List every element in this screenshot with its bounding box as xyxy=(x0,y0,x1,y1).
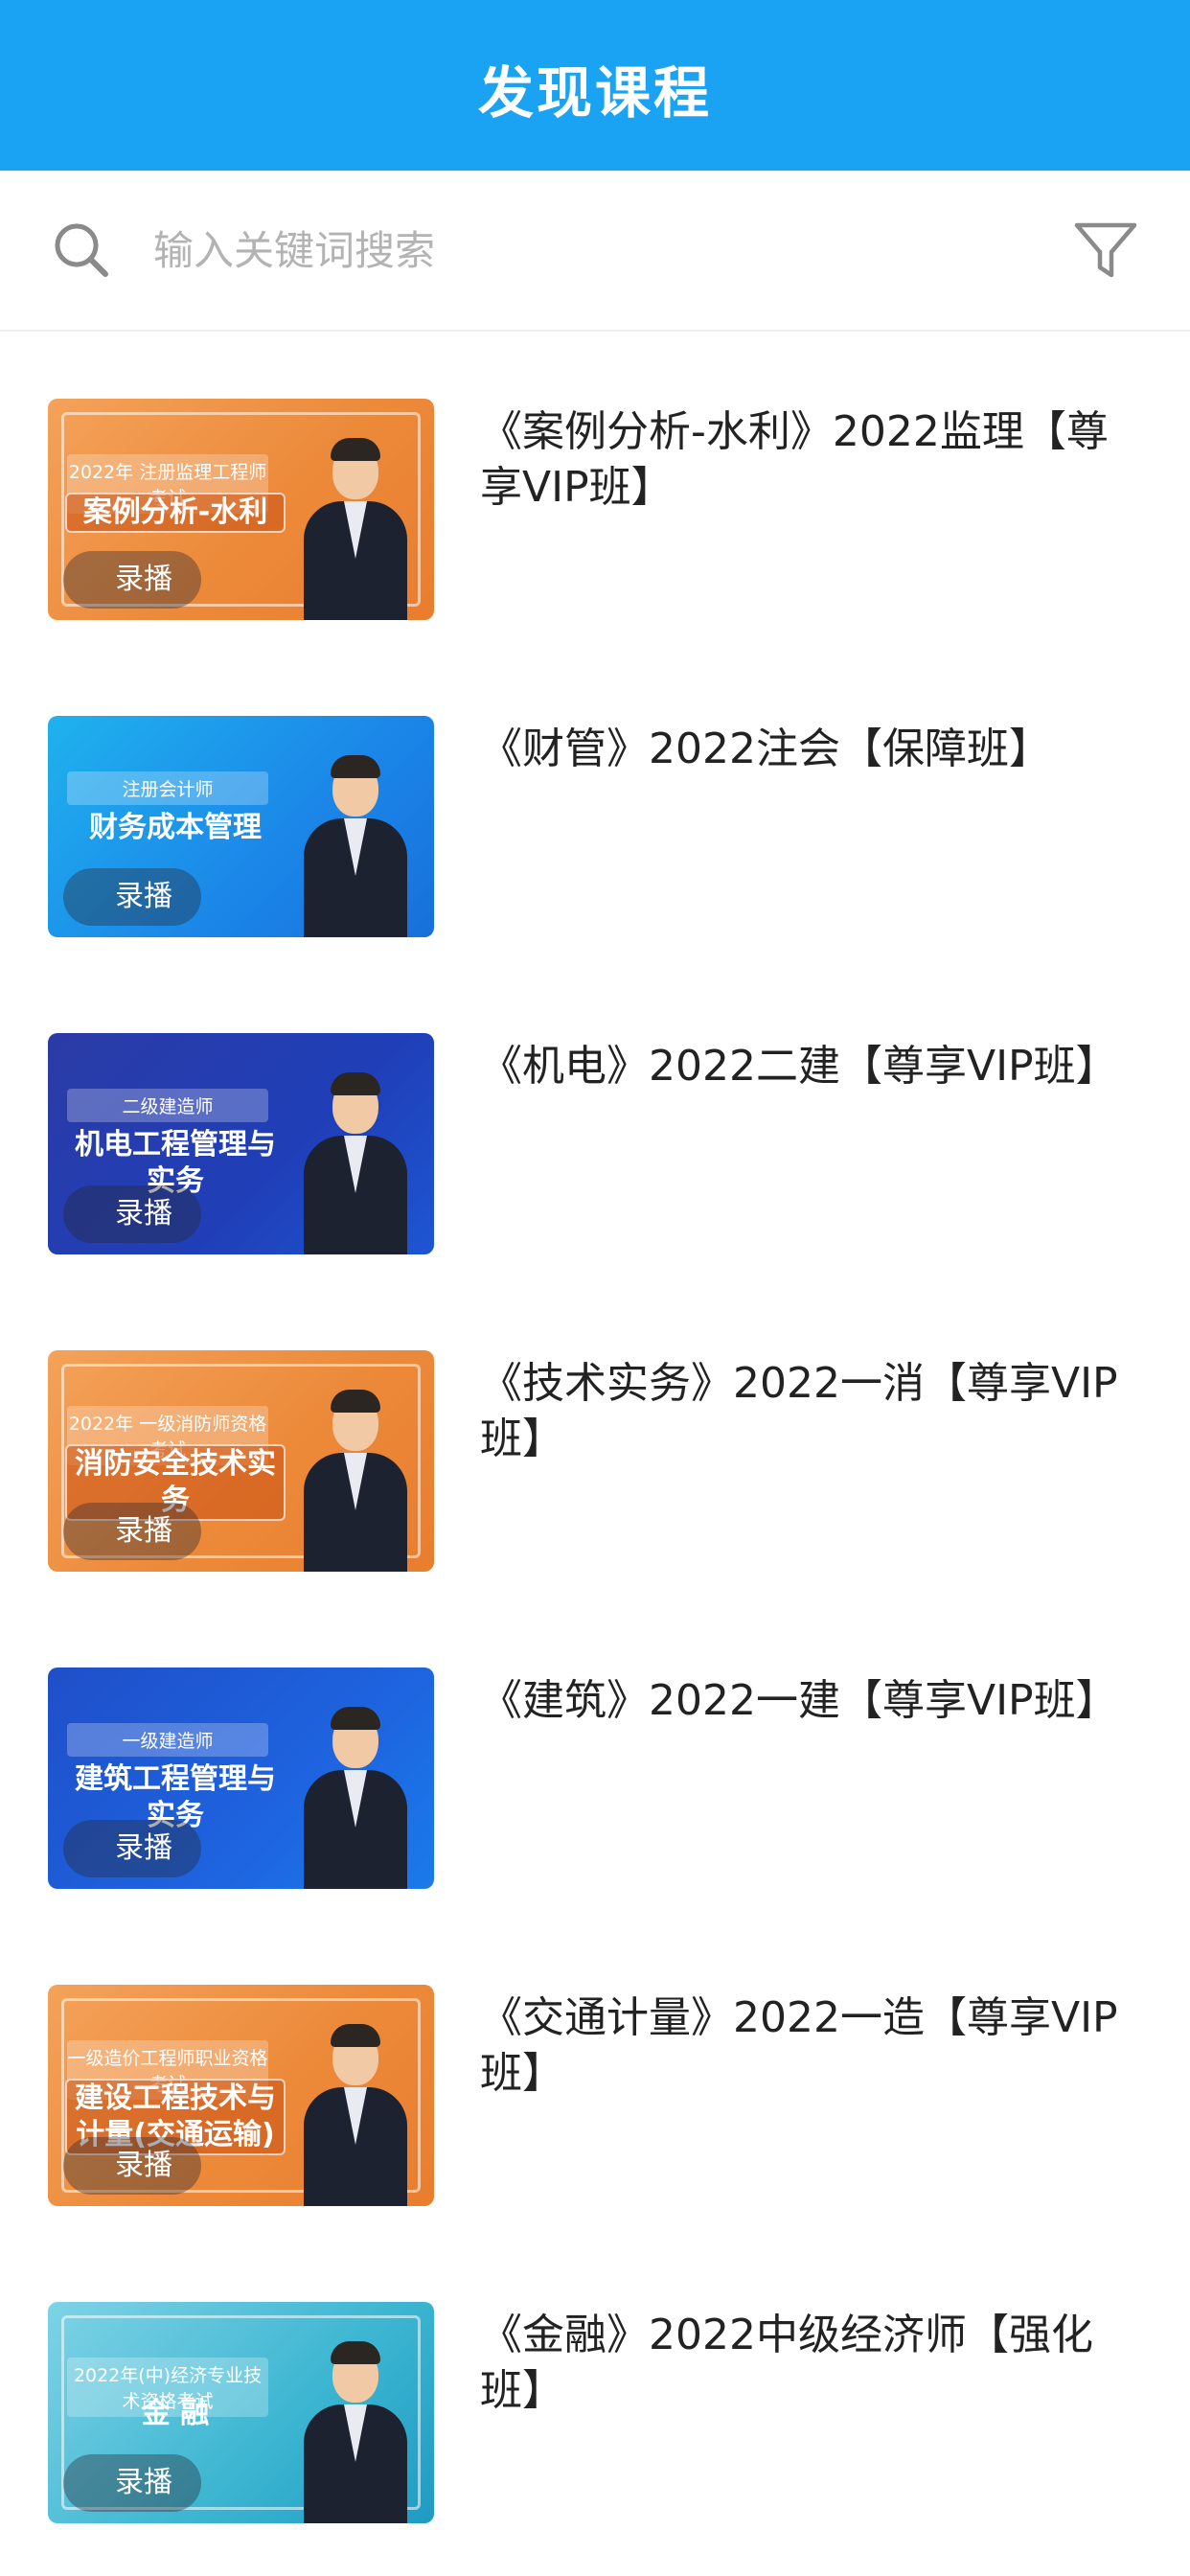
course-item[interactable]: 2022年 一级消防师资格考试 消防安全技术实务 录播 《技术实务》2022一消… xyxy=(0,1350,1190,1668)
teacher-portrait xyxy=(298,1384,413,1572)
recorded-badge: 录播 xyxy=(63,2137,201,2195)
thumbnail-subject-label: 案例分析-水利 xyxy=(65,493,286,533)
recorded-badge: 录播 xyxy=(63,551,201,609)
course-title[interactable]: 《机电》2022二建【尊享VIP班】 xyxy=(480,1039,1118,1094)
course-title[interactable]: 《金融》2022中级经济师【强化班】 xyxy=(480,2308,1123,2419)
recorded-badge: 录播 xyxy=(63,2454,201,2512)
teacher-portrait xyxy=(298,1067,413,1254)
teacher-portrait xyxy=(298,432,413,620)
course-thumbnail: 一级造价工程师职业资格考试 建设工程技术与计量(交通运输) 录播 xyxy=(48,1985,434,2206)
course-title[interactable]: 《交通计量》2022一造【尊享VIP班】 xyxy=(480,1990,1123,2102)
course-thumbnail: 一级建造师 建筑工程管理与实务 录播 xyxy=(48,1668,434,1889)
course-title[interactable]: 《财管》2022注会【保障班】 xyxy=(480,722,1051,777)
course-thumbnail: 2022年(中)经济专业技术资格考试 金 融 录播 xyxy=(48,2302,434,2523)
thumbnail-subject-label: 金 融 xyxy=(141,2397,210,2430)
course-thumbnail: 2022年 注册监理工程师考试 案例分析-水利 录播 xyxy=(48,399,434,620)
teacher-portrait xyxy=(298,2335,413,2523)
recorded-badge: 录播 xyxy=(63,1185,201,1243)
course-title[interactable]: 《案例分析-水利》2022监理【尊享VIP班】 xyxy=(480,404,1123,516)
course-title[interactable]: 《技术实务》2022一消【尊享VIP班】 xyxy=(480,1356,1123,1467)
course-thumbnail: 2022年 一级消防师资格考试 消防安全技术实务 录播 xyxy=(48,1350,434,1572)
recorded-badge: 录播 xyxy=(63,868,201,926)
course-thumbnail: 二级建造师 机电工程管理与实务 录播 xyxy=(48,1033,434,1254)
search-icon[interactable] xyxy=(50,218,113,282)
thumbnail-exam-label: 注册会计师 xyxy=(67,771,268,805)
search-bar xyxy=(0,171,1190,332)
course-item[interactable]: 2022年(中)经济专业技术资格考试 金 融 录播 《金融》2022中级经济师【… xyxy=(0,2302,1190,2576)
recorded-badge: 录播 xyxy=(63,1503,201,1560)
course-item[interactable]: 注册会计师 财务成本管理 录播 《财管》2022注会【保障班】 xyxy=(0,716,1190,1033)
course-list: 2022年 注册监理工程师考试 案例分析-水利 录播 《案例分析-水利》2022… xyxy=(0,332,1190,2576)
course-item[interactable]: 2022年 注册监理工程师考试 案例分析-水利 录播 《案例分析-水利》2022… xyxy=(0,399,1190,716)
teacher-portrait xyxy=(298,2018,413,2206)
filter-icon[interactable] xyxy=(1071,216,1140,285)
app-header: 发现课程 xyxy=(0,0,1190,171)
search-input[interactable] xyxy=(153,226,1071,274)
course-title[interactable]: 《建筑》2022一建【尊享VIP班】 xyxy=(480,1673,1118,1729)
thumbnail-exam-label: 一级建造师 xyxy=(67,1723,268,1757)
course-item[interactable]: 一级造价工程师职业资格考试 建设工程技术与计量(交通运输) 录播 《交通计量》2… xyxy=(0,1985,1190,2302)
course-item[interactable]: 二级建造师 机电工程管理与实务 录播 《机电》2022二建【尊享VIP班】 xyxy=(0,1033,1190,1350)
thumbnail-exam-label: 二级建造师 xyxy=(67,1089,268,1122)
thumbnail-subject-label: 财务成本管理 xyxy=(89,811,262,844)
course-thumbnail: 注册会计师 财务成本管理 录播 xyxy=(48,716,434,937)
teacher-portrait xyxy=(298,1701,413,1889)
teacher-portrait xyxy=(298,749,413,937)
page-title: 发现课程 xyxy=(477,60,712,126)
recorded-badge: 录播 xyxy=(63,1820,201,1877)
course-item[interactable]: 一级建造师 建筑工程管理与实务 录播 《建筑》2022一建【尊享VIP班】 xyxy=(0,1668,1190,1985)
